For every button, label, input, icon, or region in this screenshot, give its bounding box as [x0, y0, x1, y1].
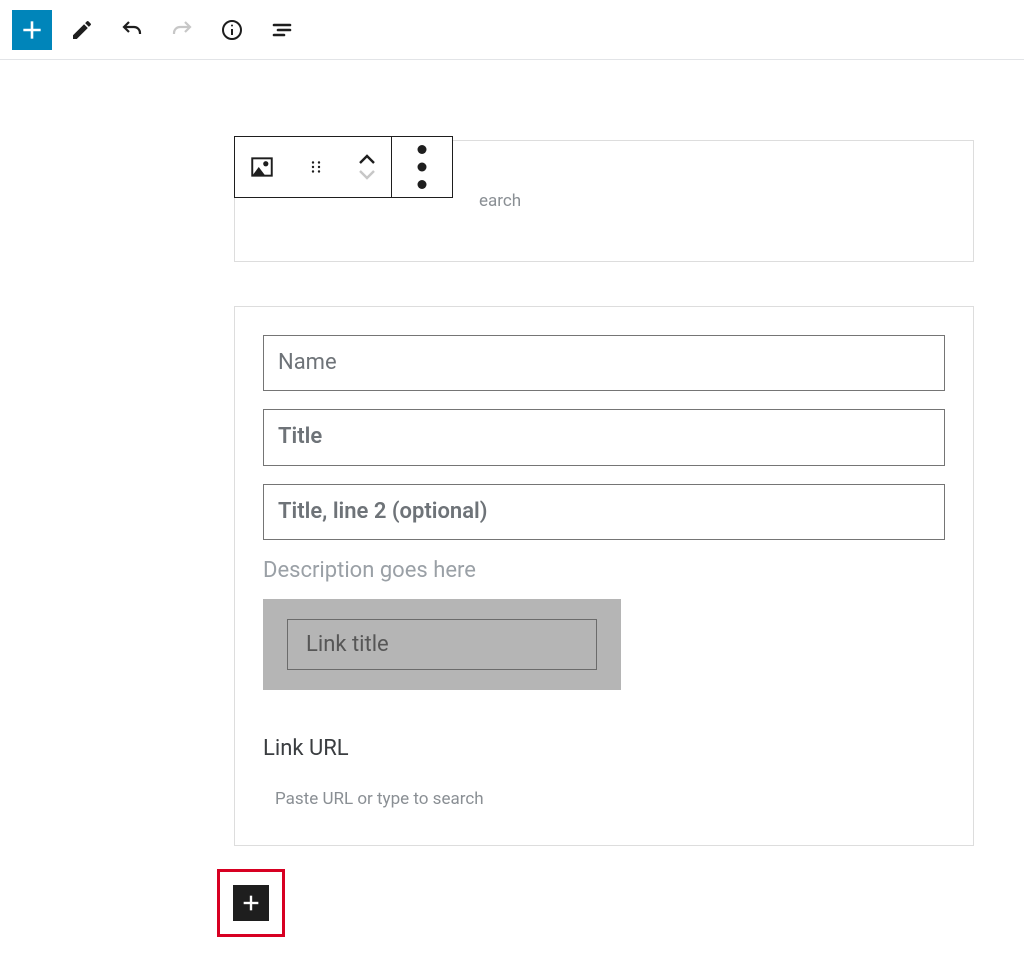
editor-canvas: earch Name Title Title, line 2 (optional…	[234, 140, 974, 846]
link-title-input[interactable]: Link title	[287, 619, 597, 670]
redo-button[interactable]	[162, 10, 202, 50]
annotation-highlight	[217, 869, 285, 937]
editor-top-toolbar	[0, 0, 1024, 60]
title2-input[interactable]: Title, line 2 (optional)	[263, 484, 945, 540]
move-down-button[interactable]	[357, 167, 377, 181]
link-title-container: Link title	[263, 599, 621, 690]
details-button[interactable]	[212, 10, 252, 50]
profile-block[interactable]: Name Title Title, line 2 (optional) Desc…	[234, 306, 974, 846]
upper-url-hint: earch	[479, 191, 521, 211]
add-block-button[interactable]	[233, 885, 269, 921]
tools-button[interactable]	[62, 10, 102, 50]
block-toolbar	[234, 136, 453, 198]
title-input[interactable]: Title	[263, 409, 945, 465]
name-input[interactable]: Name	[263, 335, 945, 391]
link-url-input[interactable]: Paste URL or type to search	[263, 789, 945, 809]
drag-handle[interactable]	[289, 137, 343, 197]
description-input[interactable]: Description goes here	[263, 558, 945, 583]
block-more-button[interactable]	[392, 137, 452, 197]
outline-button[interactable]	[262, 10, 302, 50]
link-url-label: Link URL	[263, 736, 945, 761]
move-up-button[interactable]	[357, 153, 377, 167]
block-type-button[interactable]	[235, 137, 289, 197]
undo-button[interactable]	[112, 10, 152, 50]
insert-block-button[interactable]	[12, 10, 52, 50]
